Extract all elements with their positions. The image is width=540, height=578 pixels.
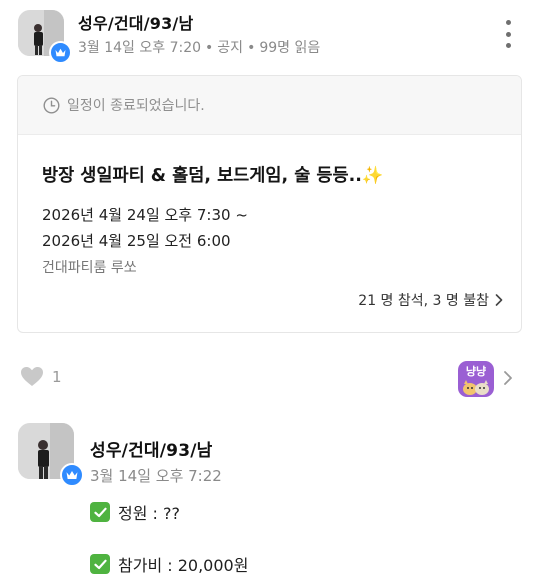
event-start: 2026년 4월 24일 오후 7:30 ~: [42, 206, 248, 224]
view-count: 99명 읽음: [259, 40, 321, 56]
like-button[interactable]: 1: [20, 366, 62, 387]
chevron-right-icon[interactable]: [503, 370, 513, 386]
post-meta: 3월 14일 오후 7:20 • 공지 • 99명 읽음: [78, 37, 320, 57]
comment-date: 3월 14일 오후 7:22: [90, 467, 222, 485]
comment-line: 정원 : ??: [90, 500, 180, 524]
event-title: 방장 생일파티 & 홀덤, 보드게임, 술 등등..✨: [42, 166, 384, 186]
post-date: 3월 14일 오후 7:20: [78, 40, 202, 56]
heart-icon: [21, 367, 43, 386]
more-options-button[interactable]: [500, 20, 516, 48]
author-avatar[interactable]: [18, 10, 72, 64]
attendance-link[interactable]: 21 명 참석, 3 명 불참: [358, 290, 503, 310]
schedule-status: 일정이 종료되었습니다.: [18, 76, 521, 135]
chevron-right-icon: [495, 294, 503, 306]
like-count: 1: [52, 367, 62, 386]
comment-text: 참가비 : 20,000원: [118, 556, 249, 575]
separator-dot: •: [205, 40, 214, 56]
cat-character-icon: [463, 380, 489, 395]
schedule-status-text: 일정이 종료되었습니다.: [67, 98, 205, 114]
more-dot: [505, 31, 511, 37]
event-place: 건대파티룸 루쏘: [42, 260, 137, 276]
reactor-avatar[interactable]: 냥냥: [458, 361, 494, 397]
comment-line: 참가비 : 20,000원: [90, 552, 248, 576]
crown-icon: [49, 41, 72, 64]
schedule-card[interactable]: 일정이 종료되었습니다. 방장 생일파티 & 홀덤, 보드게임, 술 등등..✨…: [17, 75, 522, 333]
check-mark-icon: [90, 502, 110, 522]
check-mark-icon: [90, 554, 110, 574]
post-category: 공지: [217, 40, 244, 56]
clock-icon: [43, 96, 60, 114]
crown-icon: [60, 463, 84, 487]
separator-dot: •: [247, 40, 256, 56]
comment-text: 정원 : ??: [118, 504, 180, 523]
event-end: 2026년 4월 25일 오전 6:00: [42, 232, 231, 250]
comment-author[interactable]: 성우/건대/93/남: [90, 436, 212, 461]
more-vertical-icon: [505, 20, 511, 25]
comment-author-avatar[interactable]: [18, 423, 84, 487]
attendance-summary: 21 명 참석, 3 명 불참: [358, 293, 489, 309]
post-author[interactable]: 성우/건대/93/남: [78, 10, 193, 34]
more-dot: [505, 43, 511, 48]
